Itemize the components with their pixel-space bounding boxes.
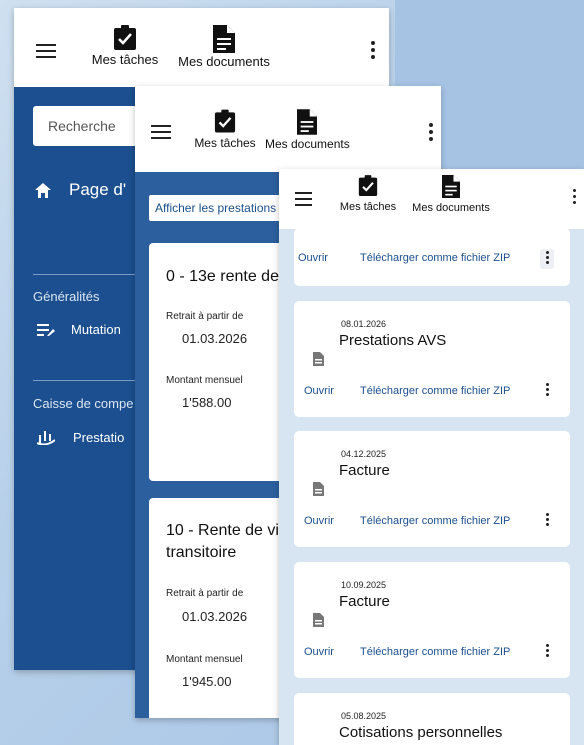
menu-icon[interactable] [295,192,312,206]
monthly-amount: 1'945.00 [182,674,232,689]
menu-icon[interactable] [36,44,56,58]
more-options-icon[interactable] [540,642,554,662]
sidebar-item-home-label: Page d' [69,180,127,199]
nav-my-documents[interactable]: Mes documents [174,25,274,71]
document-card[interactable]: 04.12.2025 Facture Ouvrir Télécharger co… [294,431,570,547]
document-date: 05.08.2025 [341,711,387,721]
download-zip-link[interactable]: Télécharger comme fichier ZIP [360,515,510,527]
download-zip-link[interactable]: Télécharger comme fichier ZIP [360,385,510,397]
document-title: Cotisations personnelles [339,724,503,741]
open-link[interactable]: Ouvrir [304,646,334,658]
sidebar-item-prestations[interactable]: Prestatio [37,429,124,445]
nav-my-tasks[interactable]: Mes tâches [337,175,399,215]
nav-my-documents[interactable]: Mes documents [265,109,350,153]
sidebar-item-prestations-label: Prestatio [73,429,125,445]
nav-my-tasks-label: Mes tâches [339,201,397,213]
nav-my-documents-label: Mes documents [265,137,350,151]
withdrawal-date: 01.03.2026 [182,331,248,346]
clipboard-check-icon [114,25,136,50]
nav-my-documents-label: Mes documents [412,202,490,214]
file-icon [313,613,324,627]
more-options-icon[interactable] [573,189,576,207]
more-options-icon[interactable] [540,511,554,531]
divider [33,380,138,381]
document-title: Facture [339,593,390,610]
top-bar: Mes tâches Mes documents [279,169,584,229]
document-date: 08.01.2026 [341,319,387,329]
download-zip-link[interactable]: Télécharger comme fichier ZIP [360,252,510,264]
document-date: 04.12.2025 [341,449,387,459]
document-date: 10.09.2025 [341,580,387,590]
nav-my-documents[interactable]: Mes documents [408,175,494,216]
nav-my-tasks[interactable]: Mes tâches [193,109,257,152]
file-icon [313,482,324,496]
benefits-chart-icon [37,431,55,445]
open-link[interactable]: Ouvrir [304,515,334,527]
withdrawal-label: Retrait à partir de [166,588,244,599]
monthly-amount-label: Montant mensuel [166,375,243,386]
home-icon [35,182,51,198]
top-bar: Mes tâches Mes documents [14,8,389,87]
section-heading-general: Généralités [33,289,100,304]
sidebar-item-home[interactable]: Page d' [35,180,126,200]
more-options-icon[interactable] [540,381,554,401]
divider [33,274,138,275]
file-icon [313,352,324,366]
document-icon [442,175,460,198]
section-heading-caisse: Caisse de compe [33,396,134,411]
more-options-icon[interactable] [371,41,375,62]
nav-my-tasks-label: Mes tâches [194,136,256,150]
benefit-card-title: 10 - Rente de viei transitoire [166,522,292,561]
benefit-card-title: 0 - 13e rente de v [166,268,292,285]
monthly-amount: 1'588.00 [182,395,232,410]
monthly-amount-label: Montant mensuel [166,654,243,665]
edit-list-icon [37,323,55,336]
document-title: Facture [339,462,390,479]
clipboard-check-icon [358,175,378,196]
nav-my-tasks[interactable]: Mes tâches [89,25,161,69]
nav-my-documents-label: Mes documents [178,54,270,69]
more-options-icon[interactable] [429,123,433,144]
sidebar-item-mutations-label: Mutation [71,322,121,337]
document-icon [297,109,317,135]
app-window-3: Mes tâches Mes documents Ouvrir Téléchar… [279,169,584,745]
document-title: Prestations AVS [339,332,447,349]
sidebar-item-mutations[interactable]: Mutation [37,322,121,337]
nav-my-tasks-label: Mes tâches [91,52,159,67]
clipboard-check-icon [214,109,236,133]
document-card[interactable]: 08.01.2026 Prestations AVS Ouvrir Téléch… [294,301,570,417]
document-icon [213,25,235,53]
menu-icon[interactable] [151,125,171,139]
withdrawal-date: 01.03.2026 [182,609,248,624]
open-link[interactable]: Ouvrir [298,252,328,264]
document-card[interactable]: 10.09.2025 Facture Ouvrir Télécharger co… [294,562,570,678]
document-card[interactable]: Ouvrir Télécharger comme fichier ZIP [294,228,570,286]
open-link[interactable]: Ouvrir [304,385,334,397]
download-zip-link[interactable]: Télécharger comme fichier ZIP [360,646,510,658]
top-bar: Mes tâches Mes documents [135,86,441,172]
more-options-icon[interactable] [540,249,554,269]
document-card[interactable]: 05.08.2025 Cotisations personnelles [294,693,570,745]
withdrawal-label: Retrait à partir de [166,311,244,322]
